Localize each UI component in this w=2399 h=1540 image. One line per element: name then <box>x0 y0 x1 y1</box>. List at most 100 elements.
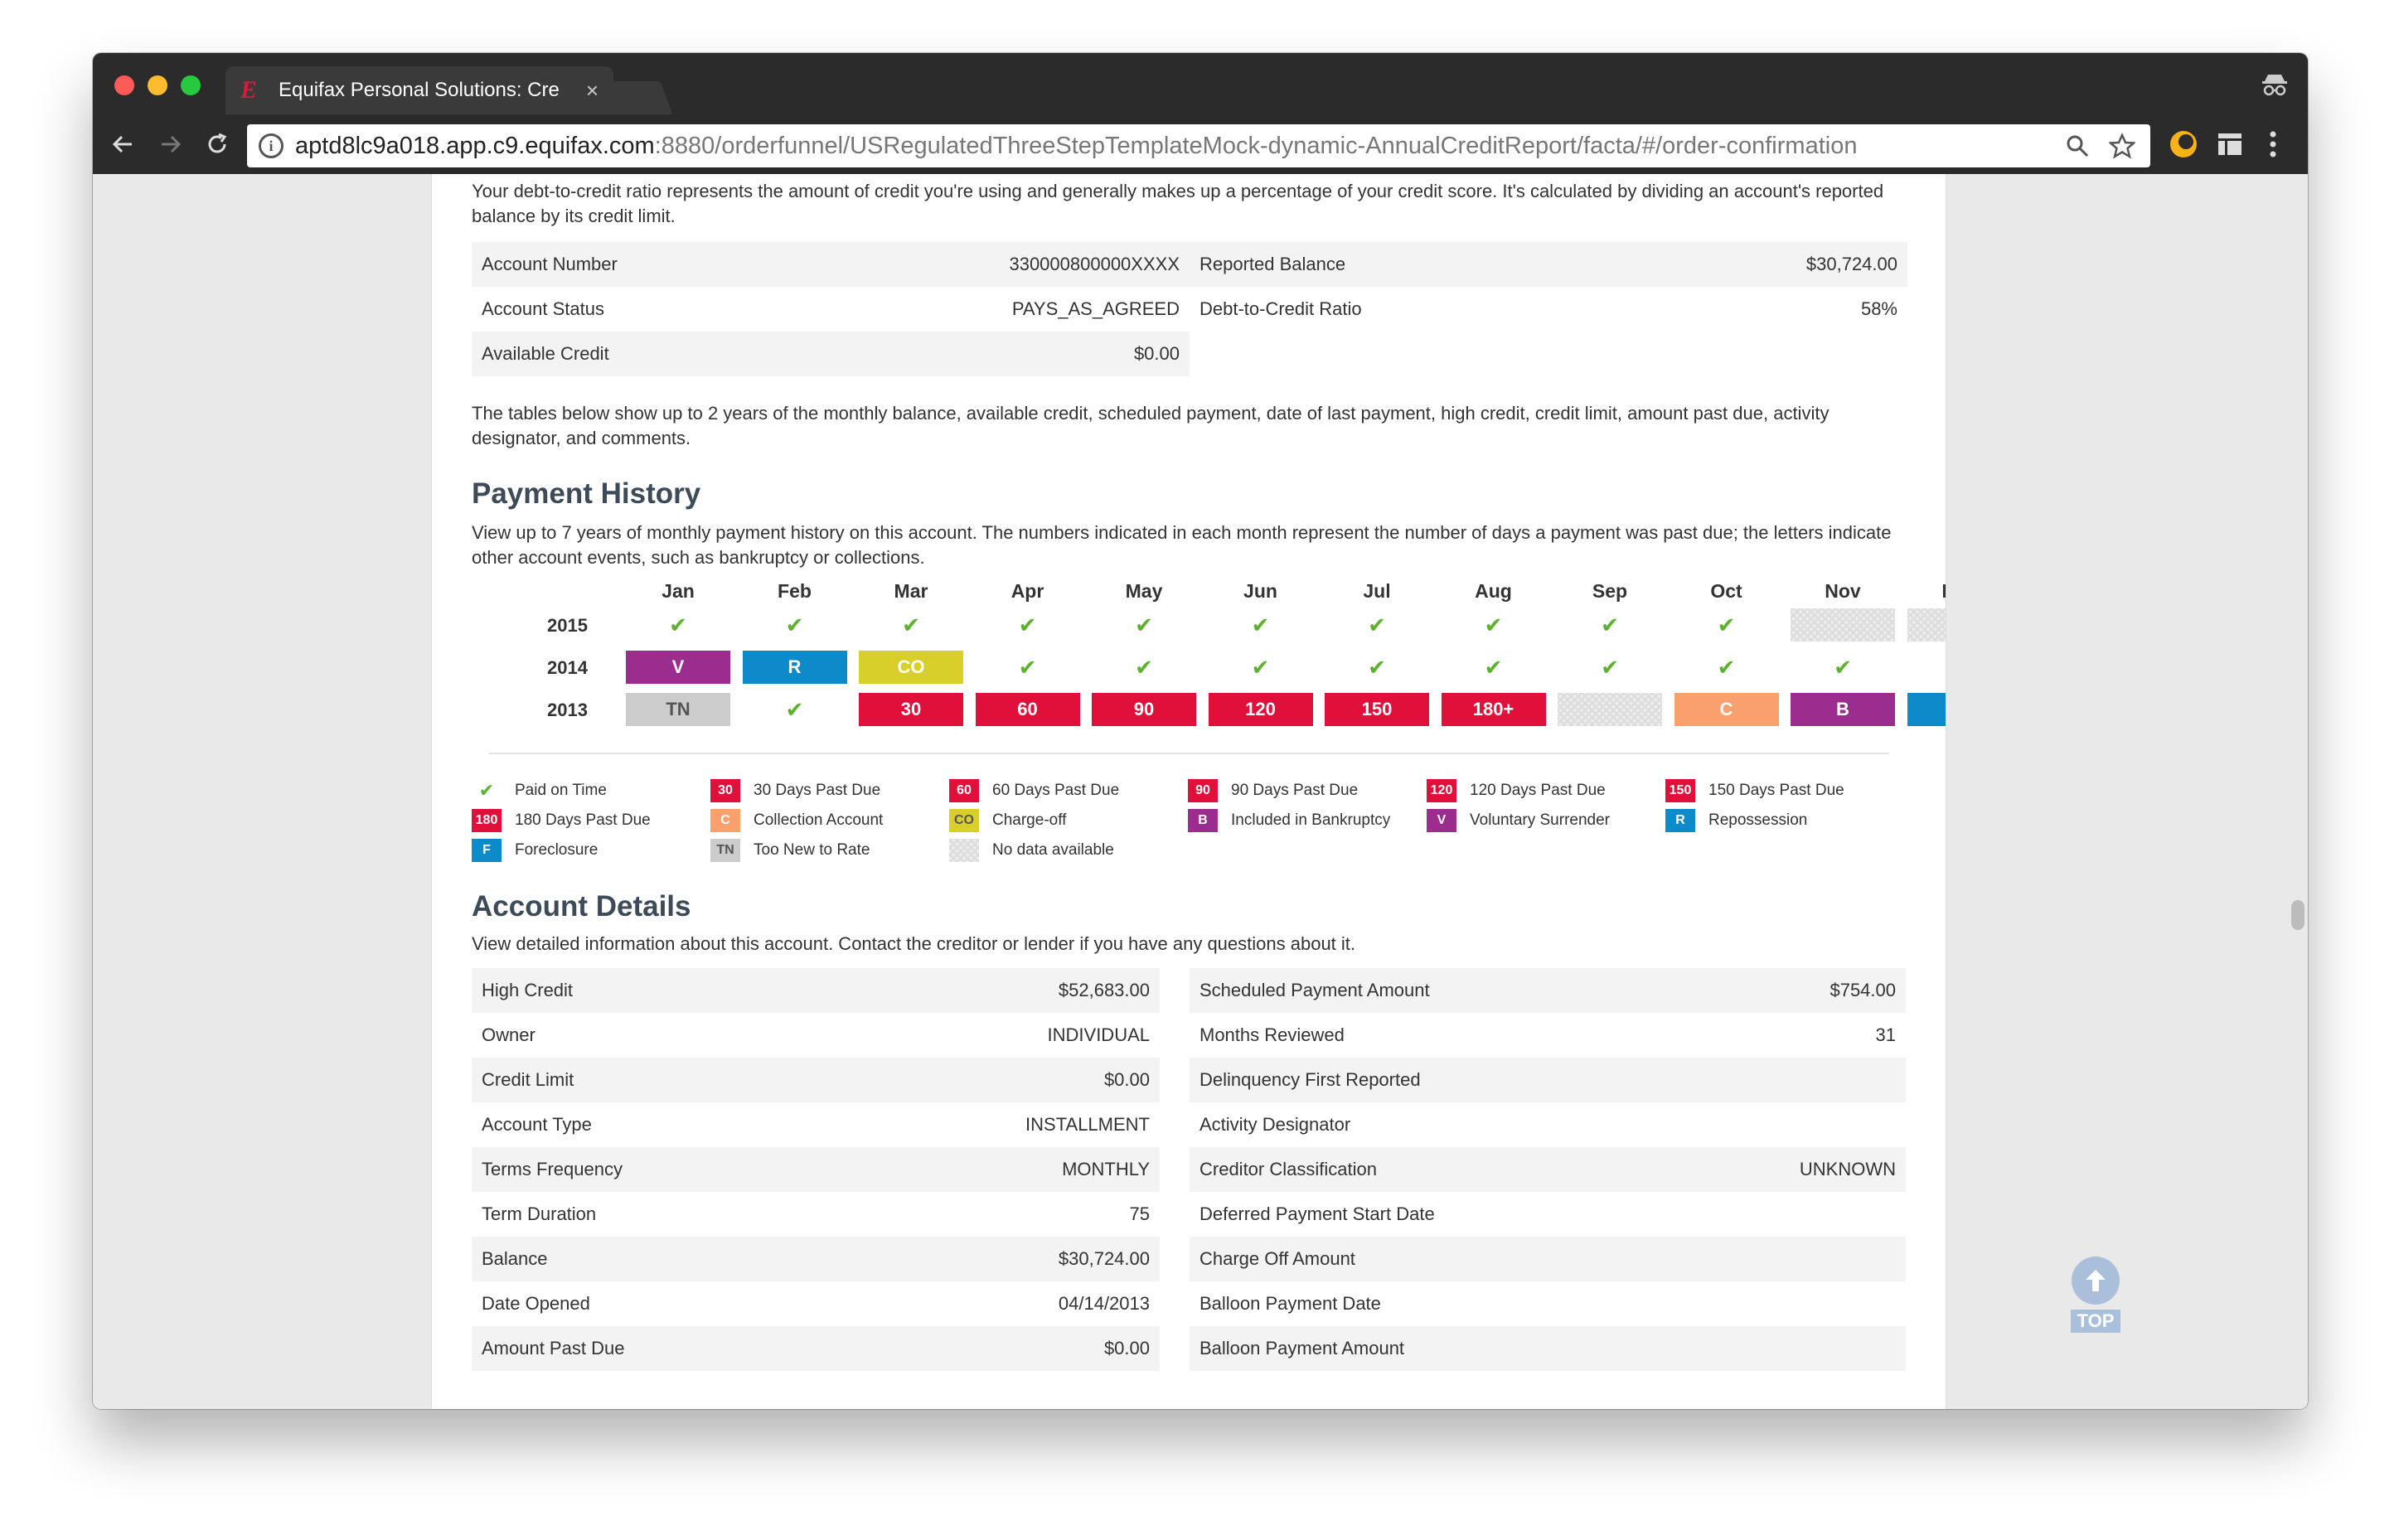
paid-on-time-cell: ✔ <box>743 608 847 642</box>
detail-value: $52,683.00 <box>1058 980 1150 1000</box>
check-icon: ✔ <box>1135 654 1153 680</box>
browser-tab[interactable]: E Equifax Personal Solutions: Cre × <box>225 66 613 114</box>
browser-window: E Equifax Personal Solutions: Cre × i ap… <box>93 53 2308 1409</box>
check-icon: ✔ <box>785 612 804 637</box>
month-header: Feb <box>778 580 812 602</box>
paid-on-time-cell: ✔ <box>743 693 847 726</box>
detail-label: Balance <box>482 1248 548 1269</box>
legend-badge: 60 <box>949 779 979 802</box>
ratio-row: Reported Balance $30,724.00 <box>1190 242 1907 287</box>
reload-button[interactable] <box>199 126 235 162</box>
back-to-top-button[interactable]: TOP <box>2070 1257 2121 1333</box>
legend-item: 120 120 Days Past Due <box>1427 779 1606 802</box>
paid-on-time-cell: ✔ <box>976 608 1080 642</box>
url-path: :8880/orderfunnel/USRegulatedThreeStepTe… <box>654 132 1858 159</box>
layout-extension-icon[interactable] <box>2212 126 2248 162</box>
maximize-window-button[interactable] <box>181 75 201 95</box>
detail-label: Term Duration <box>482 1203 597 1224</box>
paid-on-time-cell: ✔ <box>1791 651 1895 684</box>
detail-row: Account Type INSTALLMENT <box>472 1102 1160 1147</box>
legend-item: 60 60 Days Past Due <box>949 779 1119 802</box>
check-icon: ✔ <box>1018 654 1037 680</box>
tab-close-icon[interactable]: × <box>586 78 599 104</box>
extension-icon[interactable] <box>2165 126 2202 162</box>
month-header: May <box>1125 580 1163 602</box>
back-button[interactable] <box>104 126 141 162</box>
detail-value: $0.00 <box>1103 1338 1150 1358</box>
payment-history-grid: Jan Feb Mar Apr May Jun Jul Aug Sep Oct Nov Dec 2015… <box>472 580 1946 738</box>
month-header: Jan <box>662 580 695 602</box>
ratio-value: $0.00 <box>1133 343 1180 364</box>
legend-item: R Repossession <box>1665 809 1807 832</box>
legend-badge: F <box>472 839 502 862</box>
ratio-value: 58% <box>1860 298 1897 319</box>
detail-label: Owner <box>482 1024 536 1045</box>
ratio-value: 330000800000XXXX <box>1009 254 1180 274</box>
minimize-window-button[interactable] <box>148 75 167 95</box>
legend-item: 90 90 Days Past Due <box>1188 779 1358 802</box>
zoom-icon[interactable] <box>2061 129 2094 162</box>
legend-item: B Included in Bankruptcy <box>1188 809 1390 832</box>
legend-label: Foreclosure <box>515 841 599 859</box>
legend-badge: B <box>1188 809 1218 832</box>
paid-on-time-cell: ✔ <box>1092 651 1196 684</box>
detail-row: Balloon Payment Date <box>1190 1281 1906 1326</box>
tables-note: The tables below show up to 2 years of t… <box>472 403 1830 448</box>
month-header: Nov <box>1825 580 1861 602</box>
legend-label: 60 Days Past Due <box>992 782 1120 799</box>
no-data-cell <box>1907 608 1946 642</box>
detail-row: Owner INDIVIDUAL <box>472 1013 1160 1058</box>
check-icon: ✔ <box>1368 612 1386 637</box>
detail-value: 04/14/2013 <box>1058 1293 1150 1314</box>
detail-label: Charge Off Amount <box>1200 1248 1355 1269</box>
payment-legend: ✔ Paid on Time 30 30 Days Past Due 60 60 Days… <box>472 779 1906 879</box>
close-window-button[interactable] <box>114 75 134 95</box>
ratio-label: Account Status <box>482 298 604 319</box>
legend-badge: 150 <box>1665 779 1695 802</box>
month-header: Aug <box>1475 580 1512 602</box>
report-content: Your debt-to-credit ratio represents the… <box>472 174 1946 1371</box>
month-header: Jul <box>1363 580 1391 602</box>
payment-status-cell: TN <box>626 693 730 726</box>
account-details-title: Account Details <box>472 890 691 923</box>
payment-status-cell: 90 <box>1092 693 1196 726</box>
account-details-right: Scheduled Payment Amount $754.00 Months Re… <box>1190 968 1906 1371</box>
legend-item: ✔ Paid on Time <box>472 779 607 802</box>
detail-value: $30,724.00 <box>1058 1248 1150 1269</box>
legend-label: 120 Days Past Due <box>1470 782 1606 799</box>
bookmark-star-icon[interactable] <box>2106 129 2139 162</box>
section-divider <box>488 753 1889 754</box>
scrollbar-thumb[interactable] <box>2291 900 2304 930</box>
legend-item: 30 30 Days Past Due <box>710 779 880 802</box>
paid-on-time-cell: ✔ <box>1674 608 1779 642</box>
detail-label: Account Type <box>482 1114 592 1135</box>
url-text[interactable]: aptd8lc9a018.app.c9.equifax.com:8880/ord… <box>295 133 2049 160</box>
payment-status-cell: C <box>1674 693 1779 726</box>
detail-label: Date Opened <box>482 1293 590 1314</box>
site-info-icon[interactable]: i <box>259 133 284 158</box>
check-icon: ✔ <box>478 780 495 801</box>
month-header: Apr <box>1010 580 1044 602</box>
incognito-icon[interactable] <box>2260 70 2290 99</box>
legend-label: Voluntary Surrender <box>1470 811 1610 829</box>
url-host: aptd8lc9a018.app.c9.equifax.com <box>295 132 655 159</box>
legend-badge: 180 <box>472 809 502 832</box>
legend-badge: V <box>1427 809 1456 832</box>
paid-on-time-cell: ✔ <box>1325 651 1429 684</box>
legend-label: 30 Days Past Due <box>754 782 881 799</box>
legend-label: Included in Bankruptcy <box>1231 811 1391 829</box>
tab-title: Equifax Personal Solutions: Cre <box>279 79 560 101</box>
account-details-intro: View detailed information about this acc… <box>472 933 1356 954</box>
address-bar[interactable]: i aptd8lc9a018.app.c9.equifax.com:8880/o… <box>247 124 2150 167</box>
ratio-row: Account Number 330000800000XXXX <box>472 242 1190 287</box>
payment-status-cell: CO <box>859 651 963 684</box>
check-icon: ✔ <box>1601 612 1619 637</box>
detail-value: MONTHLY <box>1062 1159 1150 1179</box>
legend-badge: TN <box>710 839 740 862</box>
paid-on-time-cell: ✔ <box>1092 608 1196 642</box>
legend-item: CO Charge-off <box>949 809 1066 832</box>
year-label: 2013 <box>547 700 588 720</box>
browser-menu-icon[interactable] <box>2255 126 2291 162</box>
detail-label: Activity Designator <box>1200 1114 1351 1135</box>
forward-button[interactable] <box>153 126 189 162</box>
